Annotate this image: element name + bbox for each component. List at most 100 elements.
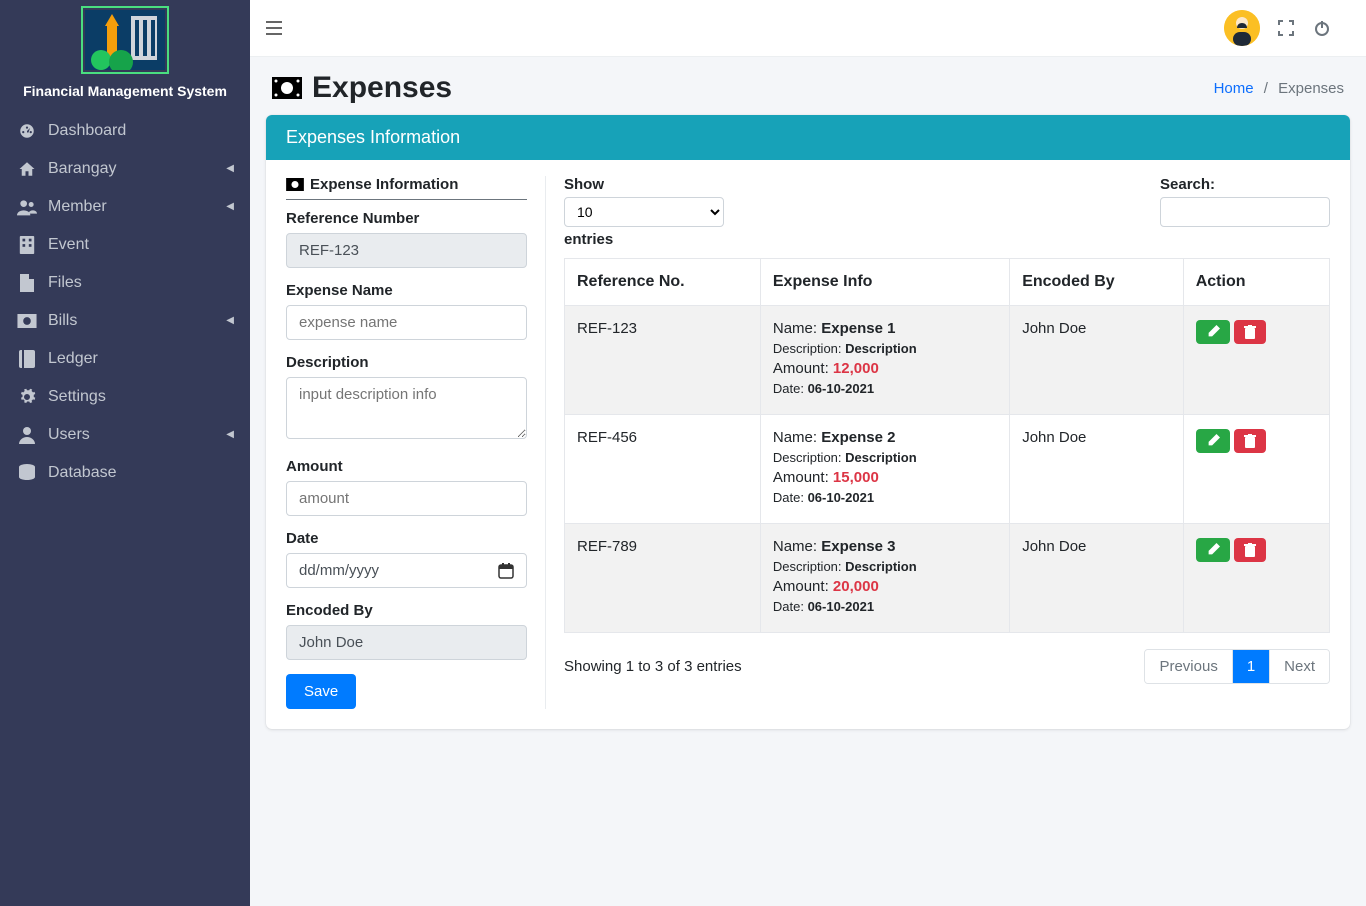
sidebar-nav: DashboardBarangay◀Member◀EventFilesBills… bbox=[0, 104, 250, 500]
search-input[interactable] bbox=[1160, 197, 1330, 227]
chevron-left-icon: ◀ bbox=[226, 315, 234, 326]
column-header[interactable]: Reference No. bbox=[565, 259, 761, 306]
cell-ref: REF-789 bbox=[565, 524, 761, 633]
calendar-icon bbox=[498, 563, 514, 579]
gauge-icon bbox=[16, 122, 38, 140]
save-button[interactable]: Save bbox=[286, 674, 356, 709]
sidebar-item-bills[interactable]: Bills◀ bbox=[0, 302, 250, 340]
breadcrumb: Home / Expenses bbox=[1214, 80, 1344, 97]
cell-ref: REF-123 bbox=[565, 306, 761, 415]
date-label: Date bbox=[286, 530, 527, 547]
user-icon bbox=[16, 426, 38, 444]
table-row: REF-789Name: Expense 3Description: Descr… bbox=[565, 524, 1330, 633]
cell-info: Name: Expense 3Description: DescriptionA… bbox=[760, 524, 1009, 633]
breadcrumb-home[interactable]: Home bbox=[1214, 80, 1254, 97]
date-placeholder: dd/mm/yyyy bbox=[299, 562, 379, 579]
ref-label: Reference Number bbox=[286, 210, 527, 227]
sidebar-item-label: Member bbox=[48, 198, 234, 216]
money-icon bbox=[286, 178, 304, 191]
cell-ref: REF-456 bbox=[565, 415, 761, 524]
cell-info: Name: Expense 1Description: DescriptionA… bbox=[760, 306, 1009, 415]
page-current[interactable]: 1 bbox=[1233, 650, 1270, 683]
delete-button[interactable] bbox=[1234, 538, 1266, 562]
table-section: Show 10 entries Search: Reference No. bbox=[546, 176, 1330, 709]
sidebar-item-barangay[interactable]: Barangay◀ bbox=[0, 150, 250, 188]
pagination: Previous 1 Next bbox=[1144, 649, 1330, 684]
table-row: REF-123Name: Expense 1Description: Descr… bbox=[565, 306, 1330, 415]
card: Expenses Information Expense Information… bbox=[266, 115, 1350, 729]
sidebar-item-files[interactable]: Files bbox=[0, 264, 250, 302]
sidebar-item-label: Barangay bbox=[48, 160, 234, 178]
book-icon bbox=[16, 350, 38, 368]
power-icon[interactable] bbox=[1314, 20, 1350, 36]
cell-actions bbox=[1183, 524, 1329, 633]
cell-encoded: John Doe bbox=[1010, 415, 1184, 524]
sidebar-item-event[interactable]: Event bbox=[0, 226, 250, 264]
column-header[interactable]: Encoded By bbox=[1010, 259, 1184, 306]
amount-label: Amount bbox=[286, 458, 527, 475]
name-input[interactable] bbox=[286, 305, 527, 340]
date-input[interactable]: dd/mm/yyyy bbox=[286, 553, 527, 588]
file-icon bbox=[16, 274, 38, 292]
money-icon bbox=[16, 314, 38, 328]
chevron-left-icon: ◀ bbox=[226, 429, 234, 440]
table-info: Showing 1 to 3 of 3 entries bbox=[564, 658, 742, 675]
encoded-input bbox=[286, 625, 527, 660]
amount-input[interactable] bbox=[286, 481, 527, 516]
ref-input bbox=[286, 233, 527, 268]
column-header[interactable]: Expense Info bbox=[760, 259, 1009, 306]
sidebar-item-settings[interactable]: Settings bbox=[0, 378, 250, 416]
page-prev[interactable]: Previous bbox=[1145, 650, 1232, 683]
sidebar-item-label: Ledger bbox=[48, 350, 234, 368]
avatar[interactable] bbox=[1224, 10, 1260, 46]
cell-actions bbox=[1183, 306, 1329, 415]
expense-form: Expense Information Reference Number Exp… bbox=[286, 176, 546, 709]
menu-toggle-icon[interactable] bbox=[266, 21, 282, 35]
sidebar-item-label: Settings bbox=[48, 388, 234, 406]
page-size-select[interactable]: 10 bbox=[564, 197, 724, 227]
brand-title: Financial Management System bbox=[4, 83, 246, 100]
card-header: Expenses Information bbox=[266, 115, 1350, 160]
sidebar-item-member[interactable]: Member◀ bbox=[0, 188, 250, 226]
desc-input[interactable] bbox=[286, 377, 527, 439]
sidebar-item-label: Event bbox=[48, 236, 234, 254]
building-icon bbox=[16, 236, 38, 254]
sidebar-item-database[interactable]: Database bbox=[0, 454, 250, 492]
sidebar-item-label: Bills bbox=[48, 312, 234, 330]
cell-encoded: John Doe bbox=[1010, 524, 1184, 633]
delete-button[interactable] bbox=[1234, 429, 1266, 453]
brand-logo bbox=[81, 6, 169, 74]
desc-label: Description bbox=[286, 354, 527, 371]
form-heading: Expense Information bbox=[286, 176, 527, 200]
expenses-table: Reference No.Expense InfoEncoded ByActio… bbox=[564, 258, 1330, 633]
sidebar-item-label: Users bbox=[48, 426, 234, 444]
page-size-control: Show 10 entries bbox=[564, 176, 724, 248]
page-header: Expenses Home / Expenses bbox=[250, 57, 1366, 115]
sidebar-item-label: Database bbox=[48, 464, 234, 482]
home-icon bbox=[16, 160, 38, 178]
card-body: Expense Information Reference Number Exp… bbox=[266, 160, 1350, 729]
fullscreen-icon[interactable] bbox=[1278, 20, 1314, 36]
cell-actions bbox=[1183, 415, 1329, 524]
money-icon bbox=[272, 77, 302, 99]
edit-button[interactable] bbox=[1196, 429, 1230, 453]
search-control: Search: bbox=[1160, 176, 1330, 248]
sidebar-item-label: Files bbox=[48, 274, 234, 292]
sidebar-item-ledger[interactable]: Ledger bbox=[0, 340, 250, 378]
page-next[interactable]: Next bbox=[1270, 650, 1329, 683]
column-header[interactable]: Action bbox=[1183, 259, 1329, 306]
gear-icon bbox=[16, 388, 38, 406]
users-icon bbox=[16, 198, 38, 216]
topbar bbox=[250, 0, 1366, 57]
chevron-left-icon: ◀ bbox=[226, 201, 234, 212]
edit-button[interactable] bbox=[1196, 320, 1230, 344]
sidebar-item-users[interactable]: Users◀ bbox=[0, 416, 250, 454]
sidebar-item-dashboard[interactable]: Dashboard bbox=[0, 112, 250, 150]
edit-button[interactable] bbox=[1196, 538, 1230, 562]
cell-info: Name: Expense 2Description: DescriptionA… bbox=[760, 415, 1009, 524]
name-label: Expense Name bbox=[286, 282, 527, 299]
sidebar-item-label: Dashboard bbox=[48, 122, 234, 140]
table-row: REF-456Name: Expense 2Description: Descr… bbox=[565, 415, 1330, 524]
page-title-text: Expenses bbox=[312, 71, 452, 105]
delete-button[interactable] bbox=[1234, 320, 1266, 344]
